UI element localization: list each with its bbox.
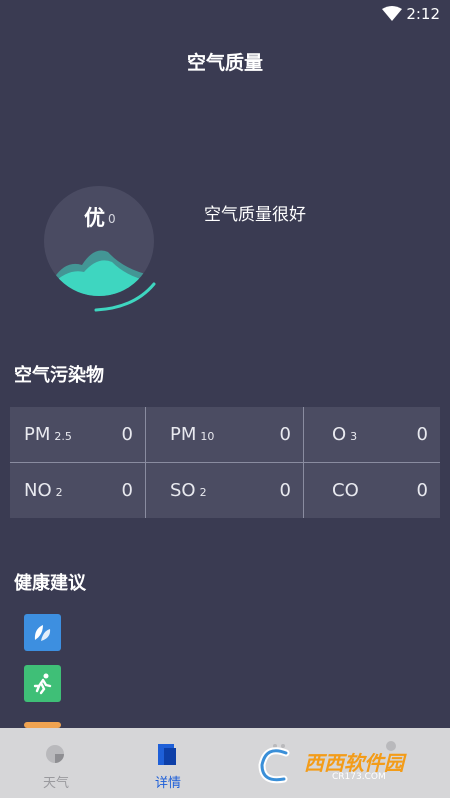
pollutant-value: 0 bbox=[416, 424, 428, 445]
pollutant-value: 0 bbox=[416, 480, 428, 501]
pollutant-name: CO bbox=[332, 480, 359, 501]
wifi-icon bbox=[382, 6, 402, 21]
details-icon bbox=[158, 744, 176, 765]
watermark-logo-icon bbox=[258, 747, 290, 784]
pollutant-name: SO bbox=[170, 480, 196, 501]
pollutant-grid: PM 2.5 0 PM 10 0 O3 0 NO 2 0 SO 2 0 CO 0 bbox=[10, 407, 440, 518]
pollutant-name: NO bbox=[24, 480, 52, 501]
running-person-glyph bbox=[33, 673, 52, 695]
watermark: 西西软件园 CR173.COM bbox=[252, 743, 432, 788]
aqi-gauge: 优 0 bbox=[36, 176, 166, 316]
pollutant-no2: NO 2 0 bbox=[10, 463, 145, 518]
status-bar: 2:12 bbox=[0, 0, 450, 28]
grid-divider bbox=[10, 462, 440, 463]
tab-details[interactable]: 详情 bbox=[112, 728, 224, 798]
pollutant-value: 0 bbox=[121, 480, 133, 501]
leaf-icon[interactable] bbox=[24, 614, 61, 651]
pollutant-value: 0 bbox=[121, 424, 133, 445]
pollutant-co: CO 0 bbox=[304, 463, 440, 518]
pollutant-name: O bbox=[332, 424, 347, 445]
weather-icon bbox=[46, 745, 64, 763]
running-person-icon[interactable] bbox=[24, 665, 61, 702]
watermark-sub: CR173.COM bbox=[332, 772, 386, 782]
pollutant-sub: 2 bbox=[55, 486, 63, 499]
pollutant-value: 0 bbox=[279, 424, 291, 445]
tab-label: 天气 bbox=[42, 776, 69, 791]
pollutant-sub: 2 bbox=[199, 486, 207, 499]
gauge-arc bbox=[94, 282, 156, 312]
status-time: 2:12 bbox=[406, 5, 440, 23]
pollutant-sub: 2.5 bbox=[54, 430, 72, 443]
tab-weather[interactable]: 天气 bbox=[0, 728, 112, 798]
pollutant-pm10: PM 10 0 bbox=[146, 407, 303, 462]
pollutant-so2: SO 2 0 bbox=[146, 463, 303, 518]
pollutant-sub: 10 bbox=[200, 430, 215, 443]
leaf-icon-glyph bbox=[34, 625, 51, 641]
health-title: 健康建议 bbox=[14, 573, 86, 594]
aqi-level: 优 bbox=[84, 206, 105, 230]
tab-label: 详情 bbox=[154, 776, 181, 791]
pollutant-name: PM bbox=[170, 424, 197, 445]
pollutants-title: 空气污染物 bbox=[14, 365, 104, 386]
pollutant-pm25: PM 2.5 0 bbox=[10, 407, 145, 462]
pollutant-value: 0 bbox=[279, 480, 291, 501]
aqi-value: 0 bbox=[108, 212, 116, 226]
pollutant-name: PM bbox=[24, 424, 51, 445]
aqi-description: 空气质量很好 bbox=[204, 205, 306, 225]
pollutant-o3: O3 0 bbox=[304, 407, 440, 462]
pollutant-sub: 3 bbox=[350, 430, 358, 443]
page-title: 空气质量 bbox=[186, 52, 263, 74]
